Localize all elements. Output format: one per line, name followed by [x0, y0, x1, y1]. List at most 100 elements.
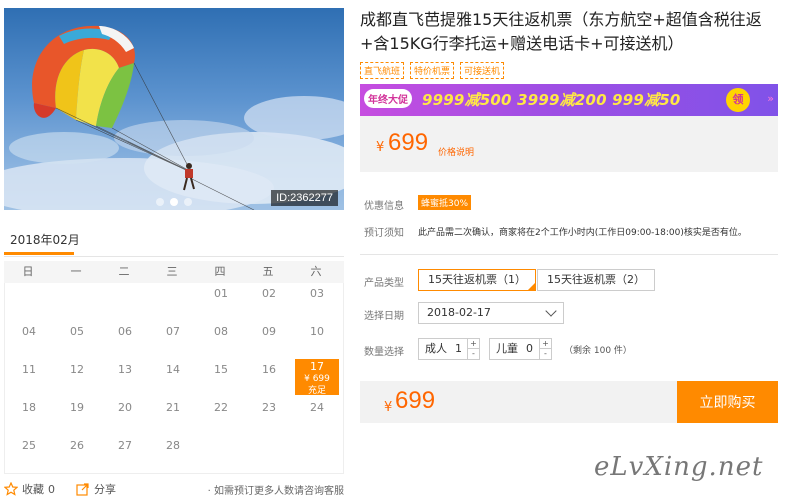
- carousel-dot[interactable]: [156, 198, 164, 206]
- calendar-day[interactable]: 21: [149, 397, 197, 435]
- share-label: 分享: [94, 483, 116, 496]
- photo-id-tag: ID:2362277: [271, 190, 338, 206]
- product-type-option-2[interactable]: 15天往返机票（2）: [537, 269, 655, 291]
- child-label: 儿童: [496, 342, 518, 355]
- calendar-day[interactable]: 02: [245, 283, 293, 321]
- calendar-day[interactable]: 14: [149, 359, 197, 397]
- carousel-dot[interactable]: [184, 198, 192, 206]
- calendar-day[interactable]: 11: [5, 359, 53, 397]
- calendar-day[interactable]: 06: [101, 321, 149, 359]
- adult-minus-button[interactable]: -: [468, 349, 479, 359]
- calendar-day[interactable]: 01: [197, 283, 245, 321]
- selected-day-status: 充足: [307, 386, 326, 396]
- price-currency: ¥: [376, 140, 385, 155]
- child-count[interactable]: 0: [526, 339, 533, 359]
- buy-now-button[interactable]: 立即购买: [677, 381, 778, 423]
- discount-coupon[interactable]: 蜂蜜抵30%: [418, 195, 472, 210]
- adult-stepper-buttons: + -: [467, 339, 479, 359]
- selected-day-price: ¥ 699: [304, 374, 330, 384]
- calendar-divider: [4, 256, 344, 257]
- calendar-empty-cell: [293, 435, 341, 473]
- calendar-day[interactable]: 22: [197, 397, 245, 435]
- calendar-day[interactable]: 16: [245, 359, 293, 397]
- calendar-empty-cell: [149, 283, 197, 321]
- claim-coupon-button[interactable]: 领: [726, 88, 750, 112]
- date-calendar: 2018年02月 日 一 二 三 四 五 六 01 02 03 04 05 06 07 08 0…: [4, 228, 344, 474]
- calendar-day[interactable]: 18: [5, 397, 53, 435]
- product-tags: 直飞航班 特价机票 可接送机: [360, 62, 505, 79]
- adult-label: 成人: [425, 342, 447, 355]
- share-icon: [76, 483, 89, 496]
- child-stepper: 儿童 0 + -: [489, 338, 552, 360]
- calendar-day[interactable]: 20: [101, 397, 149, 435]
- price-explain-link[interactable]: 价格说明: [438, 145, 474, 158]
- calendar-day[interactable]: 04: [5, 321, 53, 359]
- booking-notice-text: 此产品需二次确认，商家将在2个工作小时内(工作日09:00-18:00)核实是否…: [418, 228, 747, 238]
- site-watermark: eLvXing.net: [594, 452, 764, 482]
- weekday: 三: [166, 265, 178, 278]
- calendar-day[interactable]: 15: [197, 359, 245, 397]
- carousel-dot-active[interactable]: [170, 198, 178, 206]
- calendar-day[interactable]: 10: [293, 321, 341, 359]
- share-button[interactable]: 分享: [76, 481, 116, 497]
- promo-arrow-icon: »: [767, 92, 774, 105]
- date-label: 选择日期: [364, 311, 404, 322]
- calendar-day[interactable]: 13: [101, 359, 149, 397]
- product-type-label: 产品类型: [364, 278, 404, 289]
- calendar-empty-cell: [245, 435, 293, 473]
- calendar-day[interactable]: 07: [149, 321, 197, 359]
- price-box: ¥ 699 价格说明: [360, 116, 778, 172]
- calendar-empty-cell: [53, 283, 101, 321]
- child-plus-button[interactable]: +: [540, 339, 551, 349]
- calendar-day[interactable]: 23: [245, 397, 293, 435]
- total-currency: ¥: [384, 400, 393, 415]
- section-divider: [360, 254, 778, 255]
- adult-plus-button[interactable]: +: [468, 339, 479, 349]
- child-minus-button[interactable]: -: [540, 349, 551, 359]
- calendar-day[interactable]: 05: [53, 321, 101, 359]
- calendar-day[interactable]: 19: [53, 397, 101, 435]
- tag-direct-flight: 直飞航班: [360, 62, 405, 79]
- calendar-day[interactable]: 25: [5, 435, 53, 473]
- promo-deals: 9999减500 3999减200 999减50: [422, 91, 681, 109]
- discount-label: 优惠信息: [364, 201, 404, 212]
- calendar-days: 01 02 03 04 05 06 07 08 09 10 11 12 13 14 15 16 17 ¥ 699 充…: [4, 283, 344, 474]
- weekday: 五: [262, 265, 274, 278]
- chevron-down-icon: [545, 305, 557, 317]
- calendar-day[interactable]: 24: [293, 397, 341, 435]
- tag-special-price: 特价机票: [410, 62, 455, 79]
- calendar-day[interactable]: 12: [53, 359, 101, 397]
- favorite-label: 收藏: [22, 483, 44, 496]
- carousel-dots: [156, 198, 192, 206]
- calendar-day-selected[interactable]: 17 ¥ 699 充足: [295, 359, 339, 396]
- product-type-option-1[interactable]: 15天往返机票（1）: [418, 269, 536, 291]
- favorite-button[interactable]: 收藏 0: [4, 481, 55, 497]
- star-icon: [4, 482, 18, 496]
- weekday: 二: [118, 265, 130, 278]
- calendar-day[interactable]: 26: [53, 435, 101, 473]
- tag-pickup: 可接送机: [460, 62, 505, 79]
- calendar-weekdays: 日 一 二 三 四 五 六: [4, 261, 344, 283]
- calendar-empty-cell: [101, 283, 149, 321]
- calendar-month: 2018年02月: [10, 233, 80, 247]
- calendar-empty-cell: [197, 435, 245, 473]
- calendar-empty-cell: [5, 283, 53, 321]
- promo-banner[interactable]: 年终大促 9999减500 3999减200 999减50 领 »: [360, 84, 778, 116]
- promo-badge: 年终大促: [364, 89, 412, 108]
- stock-remaining: （剩余 100 件）: [564, 346, 632, 356]
- date-select[interactable]: 2018-02-17: [418, 302, 564, 324]
- child-stepper-buttons: + -: [539, 339, 551, 359]
- calendar-month-underline: [4, 252, 74, 255]
- calendar-day[interactable]: 09: [245, 321, 293, 359]
- calendar-day[interactable]: 28: [149, 435, 197, 473]
- adult-stepper: 成人 1 + -: [418, 338, 480, 360]
- selected-day-number: 17: [310, 360, 324, 373]
- total-amount: 699: [395, 387, 436, 414]
- weekday: 日: [22, 265, 34, 278]
- product-photo[interactable]: ID:2362277: [4, 8, 344, 210]
- date-value: 2018-02-17: [427, 306, 491, 319]
- adult-count[interactable]: 1: [455, 339, 462, 359]
- calendar-day[interactable]: 03: [293, 283, 341, 321]
- calendar-day[interactable]: 27: [101, 435, 149, 473]
- calendar-day[interactable]: 08: [197, 321, 245, 359]
